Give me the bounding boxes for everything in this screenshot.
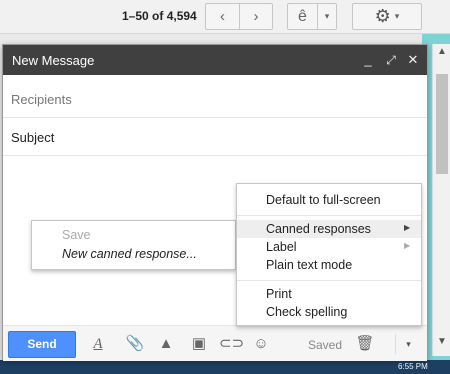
chevron-right-icon: ▶ xyxy=(404,241,411,250)
menu-divider xyxy=(237,215,421,216)
insert-photo-icon[interactable]: ▣ xyxy=(189,334,209,354)
submenu-item-new-canned-response[interactable]: New canned response... xyxy=(62,247,197,261)
input-tools-icon: ê xyxy=(298,7,307,25)
menu-item-print[interactable]: Print xyxy=(237,285,421,303)
subject-field[interactable]: Subject xyxy=(3,118,427,156)
scrollbar[interactable]: ▲ ▼ xyxy=(432,44,450,356)
full-screen-icon[interactable]: ⤢ xyxy=(383,52,399,68)
saved-status: Saved xyxy=(308,338,343,352)
top-toolbar: 1–50 of 4,594 ‹ › ê ▾ ⚙ ▾ xyxy=(0,0,450,34)
more-options-button[interactable]: ▾ xyxy=(395,334,421,354)
send-button[interactable]: Send xyxy=(8,331,76,358)
menu-item-label[interactable]: Label ▶ xyxy=(237,238,421,256)
submenu-item-save: Save xyxy=(62,228,91,242)
scroll-thumb[interactable] xyxy=(436,74,448,174)
older-page-button[interactable]: ‹ xyxy=(205,3,239,30)
menu-item-plain-text-mode[interactable]: Plain text mode xyxy=(237,256,421,274)
input-tools-button[interactable]: ê xyxy=(287,3,317,30)
settings-button[interactable]: ⚙ ▾ xyxy=(352,3,422,30)
recipients-placeholder: Recipients xyxy=(11,92,72,107)
menu-item-check-spelling[interactable]: Check spelling xyxy=(237,303,421,321)
menu-divider xyxy=(237,280,421,281)
recipients-field[interactable]: Recipients xyxy=(3,80,427,118)
menu-item-full-screen[interactable]: Default to full-screen xyxy=(237,191,421,209)
chevron-right-icon: ▶ xyxy=(404,223,411,232)
trash-icon[interactable]: 🗑 xyxy=(355,334,375,354)
emoji-icon[interactable]: ☺ xyxy=(251,334,271,354)
compose-header[interactable]: New Message _ ⤢ ✕ xyxy=(3,45,427,75)
input-tools-dropdown[interactable]: ▾ xyxy=(317,3,337,30)
pagination-count: 1–50 of 4,594 xyxy=(122,9,197,23)
scroll-up-icon[interactable]: ▲ xyxy=(433,46,450,62)
attach-icon[interactable]: 📎 xyxy=(125,334,145,354)
compose-toolbar: Send A 📎 ▲ ▣ ⊂⊃ ☺ Saved 🗑 ▾ xyxy=(3,325,427,361)
chevron-down-icon: ▾ xyxy=(394,11,400,21)
gear-icon: ⚙ xyxy=(374,6,391,26)
more-options-menu: Default to full-screen Canned responses … xyxy=(236,183,422,326)
scroll-down-icon[interactable]: ▼ xyxy=(433,336,450,352)
taskbar-clock: 6:55 PM xyxy=(398,362,428,371)
formatting-icon[interactable]: A xyxy=(88,334,108,354)
chevron-down-icon: ▾ xyxy=(324,11,330,21)
compose-title: New Message xyxy=(12,53,95,68)
drive-icon[interactable]: ▲ xyxy=(156,334,176,354)
minimize-icon[interactable]: _ xyxy=(360,52,376,68)
menu-item-canned-responses[interactable]: Canned responses ▶ xyxy=(237,220,421,238)
link-icon[interactable]: ⊂⊃ xyxy=(219,334,244,354)
newer-page-button[interactable]: › xyxy=(239,3,273,30)
taskbar xyxy=(0,360,450,374)
canned-responses-submenu: Save New canned response... xyxy=(31,220,236,270)
close-icon[interactable]: ✕ xyxy=(405,52,421,68)
chevron-right-icon: › xyxy=(253,8,259,25)
chevron-left-icon: ‹ xyxy=(220,8,225,25)
subject-placeholder: Subject xyxy=(11,130,55,145)
